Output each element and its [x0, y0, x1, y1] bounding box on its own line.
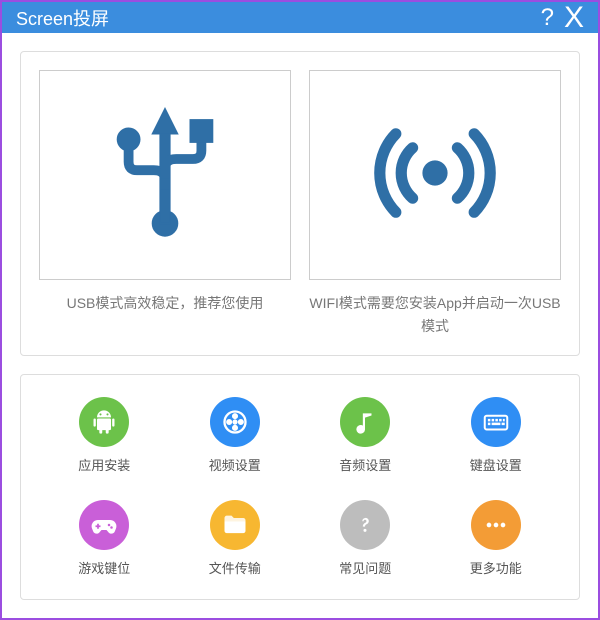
tool-label: 视频设置 — [209, 455, 261, 474]
wifi-mode-button[interactable]: WIFI模式需要您安装App并启动一次USB模式 — [309, 70, 561, 337]
keyboard-icon — [471, 397, 521, 447]
more-button[interactable]: 更多功能 — [431, 500, 562, 577]
tool-label: 音频设置 — [339, 455, 391, 474]
app-install-button[interactable]: 应用安装 — [39, 397, 170, 474]
game-keys-button[interactable]: 游戏键位 — [39, 500, 170, 577]
wifi-signal-icon — [365, 103, 505, 248]
usb-mode-button[interactable]: USB模式高效稳定，推荐您使用 — [39, 70, 291, 337]
video-reel-icon — [210, 397, 260, 447]
audio-settings-button[interactable]: 音频设置 — [300, 397, 431, 474]
file-transfer-button[interactable]: 文件传输 — [170, 500, 301, 577]
usb-icon-box — [39, 70, 291, 280]
wifi-mode-desc: WIFI模式需要您安装App并启动一次USB模式 — [309, 292, 561, 337]
wifi-icon-box — [309, 70, 561, 280]
tool-label: 键盘设置 — [470, 455, 522, 474]
tool-label: 常见问题 — [339, 558, 391, 577]
content-area: USB模式高效稳定，推荐您使用 — [2, 33, 598, 618]
tools-panel: 应用安装 视频设置 — [20, 374, 580, 600]
gamepad-icon — [79, 500, 129, 550]
video-settings-button[interactable]: 视频设置 — [170, 397, 301, 474]
connection-modes-panel: USB模式高效稳定，推荐您使用 — [20, 51, 580, 356]
tool-label: 文件传输 — [209, 558, 261, 577]
tool-label: 游戏键位 — [78, 558, 130, 577]
usb-icon — [95, 103, 235, 248]
tool-label: 更多功能 — [470, 558, 522, 577]
close-button[interactable]: X — [564, 3, 584, 33]
music-note-icon — [340, 397, 390, 447]
folder-icon — [210, 500, 260, 550]
app-window: Screen投屏 ? X — [0, 0, 600, 620]
ellipsis-icon — [471, 500, 521, 550]
titlebar: Screen投屏 ? X — [2, 2, 598, 33]
faq-button[interactable]: 常见问题 — [300, 500, 431, 577]
keyboard-settings-button[interactable]: 键盘设置 — [431, 397, 562, 474]
help-button[interactable]: ? — [541, 4, 554, 32]
android-icon — [79, 397, 129, 447]
usb-mode-desc: USB模式高效稳定，推荐您使用 — [67, 292, 264, 314]
window-title: Screen投屏 — [16, 5, 541, 31]
question-icon — [340, 500, 390, 550]
tool-label: 应用安装 — [78, 455, 130, 474]
